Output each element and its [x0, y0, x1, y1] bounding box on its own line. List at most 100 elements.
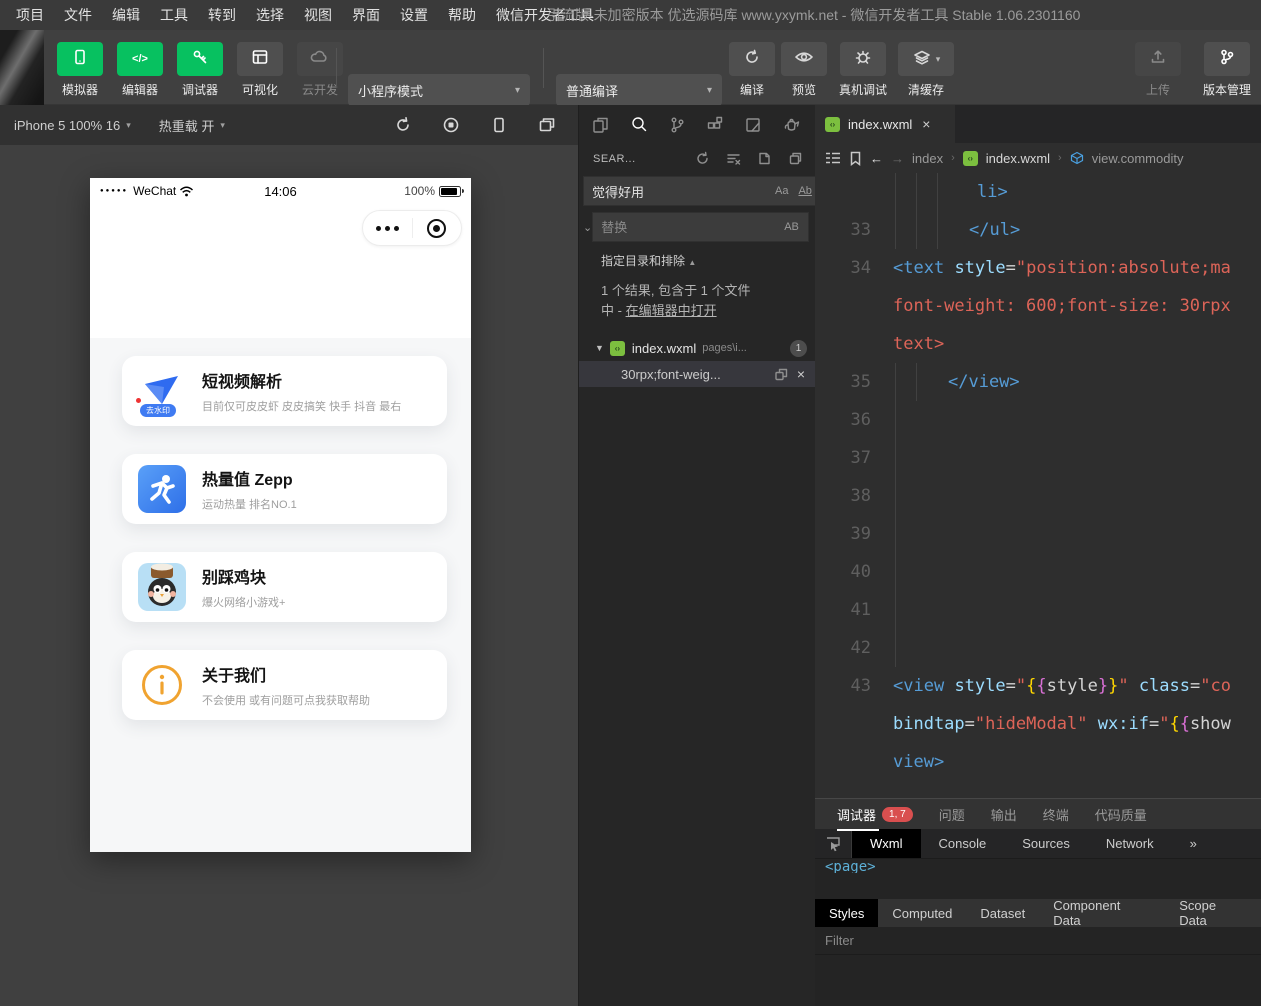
version-control-button[interactable]: 版本管理 [1198, 30, 1256, 105]
upload-button[interactable]: 上传 [1134, 30, 1182, 105]
hot-reload-select[interactable]: 热重载 开▾ [145, 105, 239, 145]
teapot-icon[interactable] [781, 115, 803, 135]
code-line: li> [815, 173, 1261, 211]
preserve-case-toggle[interactable]: AB [781, 219, 802, 235]
tab-index-wxml[interactable]: ‹› index.wxml × [815, 105, 955, 143]
multi-window-icon[interactable] [538, 116, 556, 134]
styles-filter-input[interactable] [815, 933, 1015, 948]
wxml-file-icon: ‹› [963, 151, 978, 166]
tab-computed[interactable]: Computed [878, 899, 966, 927]
inspect-element-icon[interactable] [815, 829, 852, 858]
clear-results-icon[interactable] [726, 151, 741, 166]
device-select[interactable]: iPhone 5 100% 16▾ [0, 105, 145, 145]
forward-arrow-icon[interactable]: → [891, 151, 904, 166]
debugger-tab-bar: 调试器 1, 7 问题 输出 终端 代码质量 [815, 799, 1261, 829]
tab-component-data[interactable]: Component Data [1039, 899, 1165, 927]
whole-word-toggle[interactable]: Ab [795, 183, 814, 199]
extensions-icon[interactable] [705, 115, 725, 135]
menu-edit[interactable]: 编辑 [102, 5, 150, 25]
tab-styles[interactable]: Styles [815, 899, 878, 927]
device-debug-button[interactable]: 真机调试 [832, 30, 894, 105]
menu-settings[interactable]: 设置 [390, 5, 438, 25]
list-item-game[interactable]: 别踩鸡块 爆火网络小游戏+ [122, 552, 447, 622]
tab-sources[interactable]: Sources [1004, 829, 1088, 858]
compile-mode-select[interactable]: 普通编译▾ [556, 74, 722, 106]
git-branch-icon[interactable] [667, 115, 687, 135]
tab-debugger[interactable]: 调试器 1, 7 [837, 805, 913, 824]
code-line: bindtap="hideModal" wx:if="{{show [815, 705, 1261, 743]
menu-goto[interactable]: 转到 [198, 5, 246, 25]
error-count-badge: 1, 7 [882, 807, 913, 822]
list-item-title: 别踩鸡块 [202, 564, 285, 588]
code-rows[interactable]: li>33</ul>34<text style="position:absolu… [815, 173, 1261, 798]
files-icon[interactable] [591, 115, 611, 135]
debug-key-icon [191, 48, 209, 71]
list-item-about[interactable]: 关于我们 不会使用 或有问题可点我获取帮助 [122, 650, 447, 720]
replace-expand-chevron[interactable]: ⌄ [583, 221, 592, 234]
outline-icon[interactable] [825, 151, 841, 165]
list-item-subtitle: 不会使用 或有问题可点我获取帮助 [202, 692, 370, 708]
search-icon[interactable] [629, 115, 649, 135]
new-search-editor-icon[interactable] [757, 151, 772, 166]
wxml-tree-partial: <page> [815, 859, 1261, 873]
breadcrumb-symbol[interactable]: view.commodity [1092, 151, 1184, 166]
visualize-button[interactable]: 可视化 [236, 30, 284, 105]
menu-tools[interactable]: 工具 [150, 5, 198, 25]
simulator-button[interactable]: 模拟器 [56, 30, 104, 105]
tab-dataset[interactable]: Dataset [966, 899, 1039, 927]
tree-expand-icon[interactable]: ▼ [595, 343, 604, 353]
bookmark-icon[interactable] [849, 151, 862, 166]
clear-cache-button[interactable]: ▾ 清缓存 [898, 30, 954, 105]
tab-more[interactable]: » [1172, 829, 1215, 858]
menu-help[interactable]: 帮助 [438, 5, 486, 25]
code-line: view> [815, 743, 1261, 781]
compile-button[interactable]: 编译 [728, 30, 776, 105]
list-item-video-parse[interactable]: 去水印 短视频解析 目前仅可皮皮虾 皮皮搞笑 快手 抖音 最右 [122, 356, 447, 426]
menu-project[interactable]: 项目 [6, 5, 54, 25]
package-icon[interactable] [743, 115, 763, 135]
menu-select[interactable]: 选择 [246, 5, 294, 25]
refresh-search-icon[interactable] [695, 151, 710, 166]
mode-select[interactable]: 小程序模式▾ [348, 74, 530, 106]
cloud-icon [310, 48, 330, 71]
tab-wxml[interactable]: Wxml [852, 829, 921, 858]
files-include-toggle[interactable]: 指定目录和排除 ▲ [579, 242, 815, 269]
menu-view[interactable]: 视图 [294, 5, 342, 25]
dismiss-match-icon[interactable]: × [797, 366, 805, 382]
result-match-row[interactable]: 30rpx;font-weig... × [579, 361, 815, 387]
list-item-title: 关于我们 [202, 662, 370, 686]
collapse-all-icon[interactable] [788, 151, 803, 166]
user-avatar[interactable] [0, 30, 44, 105]
debugger-button[interactable]: 调试器 [176, 30, 224, 105]
open-in-editor-link[interactable]: 在编辑器中打开 [626, 303, 717, 318]
tab-network[interactable]: Network [1088, 829, 1172, 858]
match-case-toggle[interactable]: Aa [772, 183, 791, 199]
more-icon[interactable] [363, 226, 412, 231]
home-icon[interactable] [413, 219, 462, 238]
capsule-button[interactable] [362, 210, 462, 246]
replace-match-icon[interactable] [774, 367, 789, 382]
search-input[interactable] [592, 184, 768, 199]
close-tab-icon[interactable]: × [922, 116, 930, 132]
tab-output[interactable]: 输出 [991, 805, 1017, 824]
editor-button[interactable]: </> 编辑器 [116, 30, 164, 105]
list-item-title: 热量值 Zepp [202, 466, 297, 490]
menu-file[interactable]: 文件 [54, 5, 102, 25]
replace-input[interactable] [601, 220, 777, 235]
record-icon[interactable] [442, 116, 460, 134]
code-line: 33</ul> [815, 211, 1261, 249]
device-frame-icon[interactable] [490, 116, 508, 134]
tab-scope-data[interactable]: Scope Data [1165, 899, 1261, 927]
back-arrow-icon[interactable]: ← [870, 151, 883, 166]
preview-button[interactable]: 预览 [780, 30, 828, 105]
refresh-simulator-icon[interactable] [394, 116, 412, 134]
tab-code-quality[interactable]: 代码质量 [1095, 805, 1147, 824]
tab-terminal[interactable]: 终端 [1043, 805, 1069, 824]
breadcrumb-file[interactable]: index.wxml [986, 151, 1050, 166]
breadcrumb-folder[interactable]: index [912, 151, 943, 166]
tab-problems[interactable]: 问题 [939, 805, 965, 824]
tab-console[interactable]: Console [921, 829, 1005, 858]
list-item-zepp[interactable]: 热量值 Zepp 运动热量 排名NO.1 [122, 454, 447, 524]
result-file-row[interactable]: ▼ ‹› index.wxml pages\i... 1 [579, 335, 815, 361]
menu-interface[interactable]: 界面 [342, 5, 390, 25]
